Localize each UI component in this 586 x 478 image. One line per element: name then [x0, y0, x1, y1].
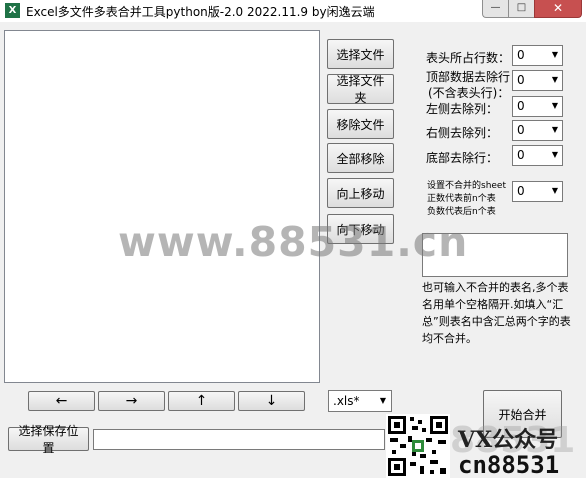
header-rows-combo[interactable]: 0 ▼ [512, 45, 563, 66]
site-label: cn88531 [458, 451, 560, 478]
remove-all-button[interactable]: 全部移除 [327, 143, 394, 173]
save-path-input[interactable] [93, 429, 385, 450]
select-save-location-button[interactable]: 选择保存位置 [8, 424, 89, 455]
app-window: X Excel多文件多表合并工具python版-2.0 2022.11.9 by… [0, 0, 586, 478]
top-rows-label-line2: (不含表头行)： [428, 86, 510, 100]
chevron-down-icon: ▼ [551, 101, 558, 110]
select-file-button[interactable]: 选择文件 [327, 39, 394, 69]
right-cols-combo[interactable]: 0 ▼ [512, 120, 563, 141]
skip-sheet-note: 也可输入不合并的表名,多个表名用单个空格隔开.如填入“汇总”则表名中含汇总两个字… [422, 281, 571, 345]
file-listbox[interactable] [4, 30, 320, 383]
excel-icon: X [5, 3, 20, 18]
arrow-down-button[interactable]: ↓ [238, 391, 305, 411]
close-button[interactable]: ✕ [534, 0, 582, 18]
chevron-down-icon: ▼ [551, 75, 558, 84]
wechat-label: VX公众号 [458, 427, 559, 453]
skip-sheet-combo[interactable]: 0 ▼ [512, 181, 563, 202]
move-up-button[interactable]: 向上移动 [327, 178, 394, 208]
move-right-button[interactable]: → [98, 391, 165, 411]
bottom-rows-value: 0 [517, 148, 525, 162]
file-extension-value: .xls* [333, 394, 360, 408]
skip-sheet-label-line1: 设置不合并的sheet [427, 181, 506, 191]
header-rows-label: 表头所占行数： [426, 51, 511, 65]
arrow-up-button[interactable]: ↑ [168, 391, 235, 411]
right-cols-value: 0 [517, 123, 525, 137]
maximize-button[interactable]: □ [508, 0, 534, 18]
header-rows-value: 0 [517, 48, 525, 62]
top-rows-label-line1: 顶部数据去除行 [426, 70, 511, 84]
move-left-button[interactable]: ← [28, 391, 95, 411]
right-cols-label: 右侧去除列： [426, 126, 499, 140]
minimize-button[interactable]: — [482, 0, 508, 18]
window-title: Excel多文件多表合并工具python版-2.0 2022.11.9 by闲逸… [26, 5, 375, 19]
left-cols-combo[interactable]: 0 ▼ [512, 96, 563, 117]
left-cols-value: 0 [517, 99, 525, 113]
chevron-down-icon: ▼ [379, 396, 386, 405]
top-rows-value: 0 [517, 73, 525, 87]
bottom-rows-label: 底部去除行： [426, 151, 499, 165]
chevron-down-icon: ▼ [551, 186, 558, 195]
qr-code-icon [386, 414, 450, 478]
skip-sheet-value: 0 [517, 184, 525, 198]
chevron-down-icon: ▼ [551, 125, 558, 134]
watermark: www.88531.cn [118, 218, 469, 266]
chevron-down-icon: ▼ [551, 50, 558, 59]
left-cols-label: 左侧去除列： [426, 102, 499, 116]
top-rows-combo[interactable]: 0 ▼ [512, 70, 563, 91]
select-folder-button[interactable]: 选择文件夹 [327, 74, 394, 105]
bottom-rows-combo[interactable]: 0 ▼ [512, 145, 563, 166]
skip-sheet-label-line2: 正数代表前n个表 [427, 194, 496, 204]
remove-file-button[interactable]: 移除文件 [327, 109, 394, 139]
title-bar[interactable]: X Excel多文件多表合并工具python版-2.0 2022.11.9 by… [0, 0, 586, 22]
file-extension-combo[interactable]: .xls* ▼ [328, 390, 392, 412]
chevron-down-icon: ▼ [551, 150, 558, 159]
